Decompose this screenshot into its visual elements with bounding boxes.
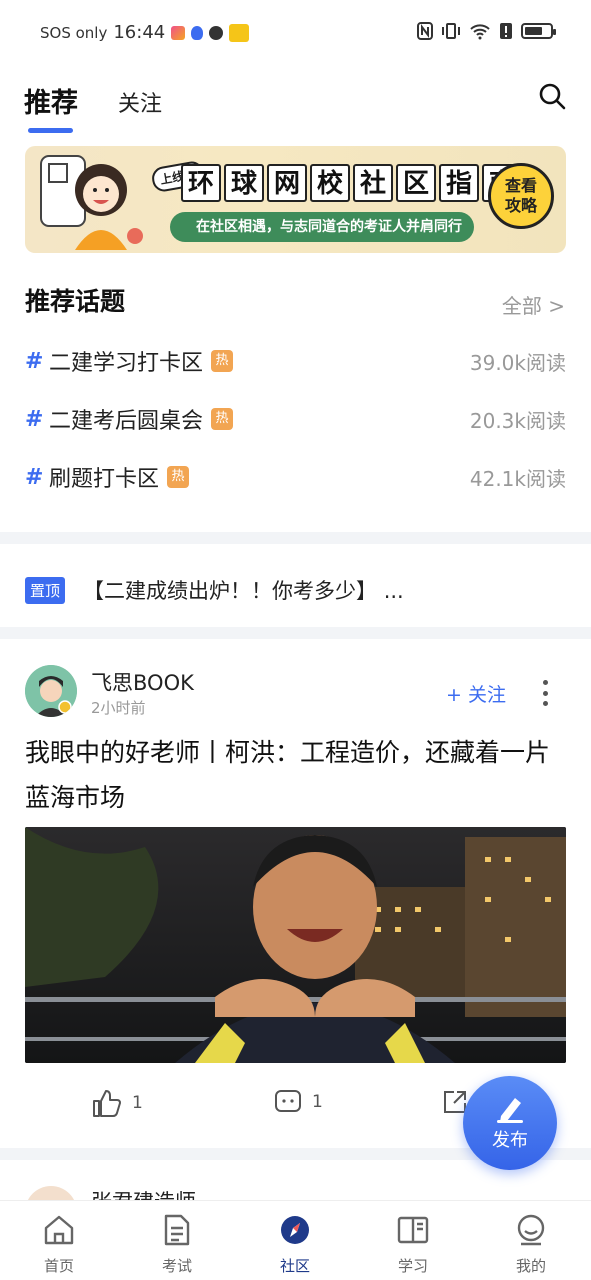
topic-read-count: 42.1k阅读	[469, 466, 566, 491]
section-divider	[0, 627, 591, 639]
all-topics-link[interactable]: 全部 >	[502, 290, 565, 319]
top-tab-bar: 推荐 关注	[0, 66, 591, 138]
status-bar-right	[417, 22, 556, 40]
carrier-label: SOS only	[40, 23, 108, 42]
profile-icon	[517, 1214, 545, 1246]
recommended-topics-heading: 推荐话题	[25, 287, 126, 316]
status-bar: SOS only 16:44	[0, 0, 591, 66]
follow-button[interactable]: + 关注	[446, 680, 506, 707]
nav-home-label: 首页	[43, 1257, 74, 1275]
vibrate-icon	[442, 23, 460, 39]
hashtag-icon: #	[25, 348, 44, 374]
community-guide-banner[interactable]: 上线了 环球网校社区指南 在社区相遇，与志同道合的考证人并肩同行 查看攻略	[25, 146, 566, 253]
status-bar-left: SOS only 16:44	[40, 22, 250, 43]
tab-recommended[interactable]: 推荐	[24, 81, 78, 120]
view-guide-label: 查看攻略	[504, 176, 537, 215]
hot-badge: 热	[211, 408, 234, 430]
banner-title-char: 指	[439, 164, 479, 202]
topic-read-count: 39.0k阅读	[469, 350, 566, 375]
pinned-post-title: 【二建成绩出炉！！你考多少】 ...	[83, 579, 404, 603]
author-avatar[interactable]	[25, 665, 77, 717]
post-title[interactable]: 我眼中的好老师丨柯洪：工程造价，还藏着一片蓝海市场	[25, 730, 566, 820]
section-divider	[0, 532, 591, 544]
author-avatar-illustration	[25, 665, 77, 717]
hot-badge: 热	[167, 466, 190, 488]
topic-name: 二建学习打卡区	[49, 351, 204, 376]
nav-exam[interactable]: 考试	[137, 1213, 217, 1276]
exam-doc-icon	[164, 1214, 190, 1246]
wifi-icon	[470, 24, 490, 40]
home-icon	[44, 1215, 74, 1245]
banner-subtitle: 在社区相遇，与志同道合的考证人并肩同行	[170, 212, 474, 242]
app-notification-icon	[229, 23, 250, 42]
nav-home[interactable]: 首页	[19, 1213, 99, 1276]
comment-count: 1	[312, 1092, 323, 1112]
pinned-post[interactable]: 置顶 【二建成绩出炉！！你考多少】 ...	[25, 570, 566, 610]
nav-community-label: 社区	[279, 1257, 310, 1275]
active-tab-indicator	[28, 128, 73, 133]
tab-following[interactable]: 关注	[118, 86, 162, 118]
hot-badge: 热	[211, 350, 234, 372]
video-app-notification-icon	[171, 25, 186, 40]
comment-button[interactable]: 1	[274, 1089, 323, 1115]
nav-community[interactable]: 社区	[255, 1213, 335, 1276]
like-button[interactable]: 1	[92, 1089, 143, 1117]
close-circle-notification-icon	[209, 25, 224, 40]
compass-icon	[281, 1216, 309, 1244]
post-time: 2小时前	[91, 699, 146, 717]
nav-study-label: 学习	[397, 1257, 428, 1275]
battery-icon	[521, 23, 556, 39]
publish-button[interactable]: 发布	[463, 1076, 557, 1170]
topic-read-count: 20.3k阅读	[469, 408, 566, 433]
smiling-man-night-photo	[25, 827, 566, 1063]
hashtag-icon: #	[25, 464, 44, 490]
post-photo[interactable]	[25, 827, 566, 1063]
banner-title-char: 网	[267, 164, 307, 202]
banner-title-char: 球	[224, 164, 264, 202]
author-name[interactable]: 飞思BOOK	[91, 667, 194, 697]
nav-exam-label: 考试	[161, 1257, 192, 1275]
banner-title-char: 校	[310, 164, 350, 202]
nfc-icon	[417, 22, 433, 40]
shield-notification-icon	[191, 25, 204, 40]
banner-title-char: 区	[396, 164, 436, 202]
like-count: 1	[132, 1093, 143, 1113]
publish-label: 发布	[492, 1130, 528, 1151]
nav-profile[interactable]: 我的	[491, 1213, 571, 1276]
topic-row[interactable]: # 二建考后圆桌会 热 20.3k阅读	[25, 399, 566, 439]
book-icon	[397, 1216, 429, 1244]
topic-row[interactable]: # 刷题打卡区 热 42.1k阅读	[25, 457, 566, 497]
topic-name: 刷题打卡区	[49, 467, 160, 492]
hashtag-icon: #	[25, 406, 44, 432]
more-options-icon[interactable]	[536, 680, 554, 706]
topic-row[interactable]: # 二建学习打卡区 热 39.0k阅读	[25, 341, 566, 381]
comment-icon	[275, 1090, 301, 1112]
search-icon[interactable]	[537, 81, 567, 111]
nav-study[interactable]: 学习	[373, 1213, 453, 1276]
signal-alert-icon	[500, 23, 512, 39]
bottom-nav-bar: 首页 考试 社区 学习 我的	[0, 1200, 591, 1280]
banner-title-char: 社	[353, 164, 393, 202]
nav-profile-label: 我的	[515, 1257, 546, 1275]
topic-name: 二建考后圆桌会	[49, 409, 204, 434]
cartoon-girl-illustration	[40, 155, 143, 250]
banner-title: 环球网校社区指南	[175, 164, 528, 204]
clock: 16:44	[113, 22, 166, 43]
battery-level	[525, 27, 542, 35]
thumbs-up-icon	[93, 1090, 121, 1117]
pinned-badge: 置顶	[25, 576, 66, 604]
pen-icon	[497, 1098, 523, 1123]
view-guide-button[interactable]: 查看攻略	[488, 163, 554, 229]
banner-title-char: 环	[181, 164, 221, 202]
